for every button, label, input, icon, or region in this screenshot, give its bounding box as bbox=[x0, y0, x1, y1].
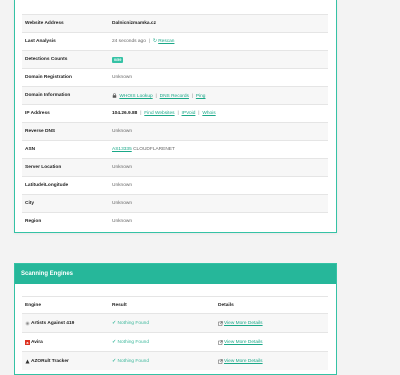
row-label: Reverse DNS bbox=[25, 129, 56, 134]
info-table: Website Address Dalnicnizmamka.cz Last A… bbox=[22, 14, 328, 230]
result-column-header: Result bbox=[112, 302, 127, 308]
row-label: Domain Information bbox=[25, 93, 71, 98]
table-row: Artists Against 419 ✓ Nothing Found View … bbox=[22, 313, 328, 332]
row-label: Latitude\Longitude bbox=[25, 183, 69, 188]
row-domain-information: Domain Information WHOIS Lookup | DNS Re… bbox=[22, 86, 328, 104]
engines-table-header: Engine Result Details bbox=[22, 296, 328, 313]
table-row: a Avira ✓ Nothing Found View More Details bbox=[22, 332, 328, 351]
rescan-link[interactable]: Rescan bbox=[158, 39, 174, 44]
lat-long-value: Unknown bbox=[112, 183, 132, 188]
row-label: ASN bbox=[25, 147, 36, 152]
row-label: Last Analysis bbox=[25, 39, 56, 44]
check-icon: ✓ bbox=[112, 339, 117, 345]
result-text: Nothing Found bbox=[117, 320, 149, 326]
row-city: City Unknown bbox=[22, 194, 328, 212]
dns-records-link[interactable]: DNS Records bbox=[160, 94, 189, 99]
view-more-details-link[interactable]: View More Details bbox=[224, 321, 263, 326]
row-region: Region Unknown bbox=[22, 212, 328, 230]
website-address-value: Dalnicnizmamka.cz bbox=[112, 21, 156, 26]
row-ip-address: IP Address 104.26.9.88 | Find Websites |… bbox=[22, 104, 328, 122]
row-label: City bbox=[25, 201, 35, 206]
refresh-icon: ↻ bbox=[152, 39, 157, 44]
check-icon: ✓ bbox=[112, 320, 117, 326]
row-label: Detections Counts bbox=[25, 57, 68, 62]
whois-link[interactable]: Whois bbox=[202, 111, 215, 116]
row-label: Server Location bbox=[25, 165, 62, 170]
details-column-header: Details bbox=[218, 302, 234, 308]
row-domain-registration: Domain Registration Unknown bbox=[22, 68, 328, 86]
scanning-engines-title: Scanning Engines bbox=[15, 264, 336, 284]
row-reverse-dns: Reverse DNS Unknown bbox=[22, 122, 328, 140]
row-website-address: Website Address Dalnicnizmamka.cz bbox=[22, 14, 328, 32]
row-server-location: Server Location Unknown bbox=[22, 158, 328, 176]
artists-icon bbox=[25, 321, 30, 325]
reverse-dns-value: Unknown bbox=[112, 129, 132, 134]
engine-column-header: Engine bbox=[25, 302, 41, 308]
asn-name: CLOUDFLARENET bbox=[133, 147, 175, 152]
svg-text:a: a bbox=[27, 341, 29, 345]
row-label: IP Address bbox=[25, 111, 50, 116]
region-value: Unknown bbox=[112, 219, 132, 224]
engines-table: Engine Result Details Artists Against 41… bbox=[22, 296, 328, 370]
ipvoid-link[interactable]: IPVoid bbox=[182, 111, 196, 116]
row-detections: Detections Counts 0/59 bbox=[22, 50, 328, 68]
lock-icon bbox=[112, 92, 117, 98]
city-value: Unknown bbox=[112, 201, 132, 206]
external-link-icon bbox=[218, 339, 223, 345]
row-lat-long: Latitude\Longitude Unknown bbox=[22, 176, 328, 194]
view-more-details-link[interactable]: View More Details bbox=[224, 340, 263, 345]
row-asn: ASN AS13335 CLOUDFLARENET bbox=[22, 140, 328, 158]
report-card: Website Address Dalnicnizmamka.cz Last A… bbox=[14, 0, 337, 233]
row-label: Region bbox=[25, 219, 42, 224]
asn-link[interactable]: AS13335 bbox=[112, 147, 132, 152]
row-label: Domain Registration bbox=[25, 75, 72, 80]
last-analysis-value: 24 seconds ago bbox=[112, 39, 146, 44]
engine-name: Avira bbox=[31, 339, 43, 345]
server-location-value: Unknown bbox=[112, 165, 132, 170]
ping-link[interactable]: Ping bbox=[196, 94, 206, 99]
row-last-analysis: Last Analysis 24 seconds ago | ↻ Rescan bbox=[22, 32, 328, 50]
row-label: Website Address bbox=[25, 21, 64, 26]
find-websites-link[interactable]: Find Websites bbox=[144, 111, 174, 116]
whois-lookup-link[interactable]: WHOIS Lookup bbox=[119, 94, 152, 99]
scanning-engines-card: Scanning Engines Engine Result Details A… bbox=[14, 263, 337, 375]
ip-address-value: 104.26.9.88 bbox=[112, 111, 138, 116]
engine-name: Artists Against 419 bbox=[31, 320, 75, 326]
table-row: AZORult Tracker ✓ Nothing Found View More… bbox=[22, 351, 328, 370]
external-link-icon bbox=[218, 320, 223, 326]
detections-badge: 0/59 bbox=[112, 56, 124, 63]
result-text: Nothing Found bbox=[117, 339, 149, 345]
domain-registration-value: Unknown bbox=[112, 75, 132, 80]
avira-icon: a bbox=[25, 339, 30, 345]
